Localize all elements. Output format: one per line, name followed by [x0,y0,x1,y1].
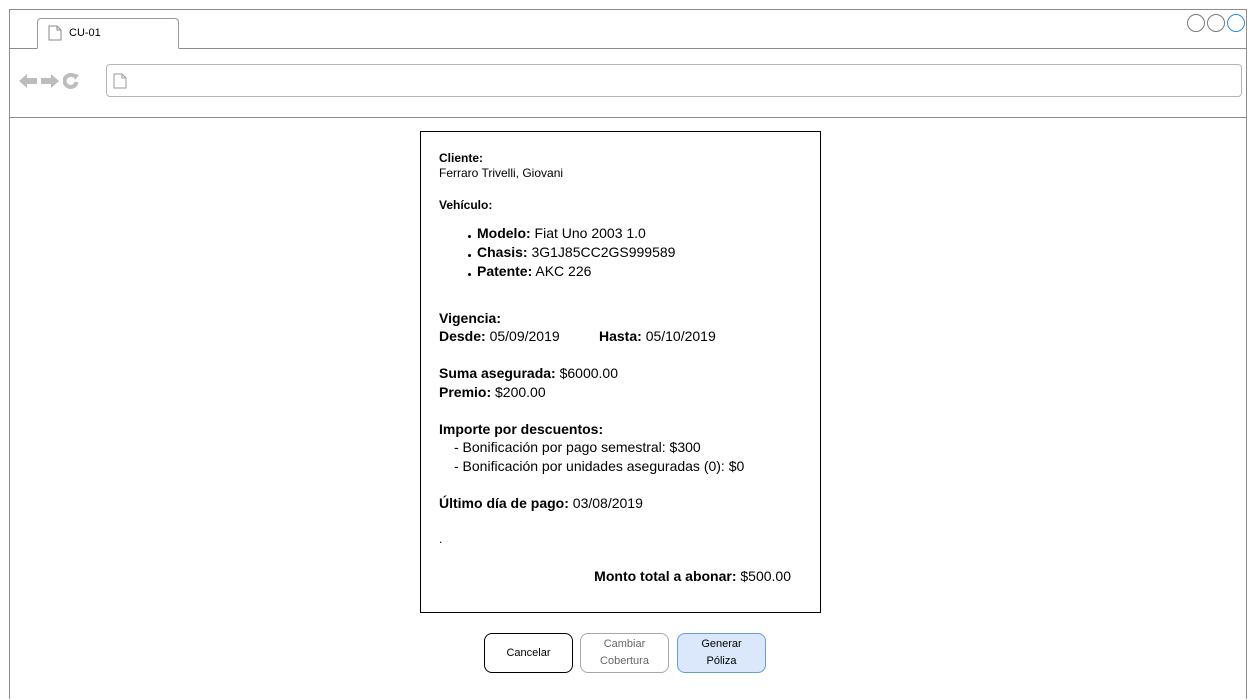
vehicle-patente: Patente: AKC 226 [459,262,675,281]
monto-total: Monto total a abonar: $500.00 [594,568,791,584]
browser-toolbar [10,49,1246,118]
ultimo-dia-pago: Último día de pago: 03/08/2019 [439,495,643,511]
change-coverage-label-line1: Cambiar [603,638,646,650]
tab-title: CU-01 [69,27,101,39]
back-arrow-icon[interactable] [19,74,37,88]
navigation-controls [19,73,79,89]
vehicle-chasis: Chasis: 3G1J85CC2GS999589 [459,243,675,262]
descuento-unidades: - Bonificación por unidades aseguradas (… [454,458,745,474]
generate-policy-label-line2: Póliza [706,655,737,667]
reload-icon[interactable] [63,73,79,89]
browser-tab[interactable]: CU-01 [37,18,179,49]
forward-arrow-icon[interactable] [41,74,59,88]
document-icon [48,25,62,46]
importe-descuentos-heading: Importe por descuentos: [439,421,604,437]
close-button[interactable] [1227,14,1245,32]
vigencia-desde: Desde: 05/09/2019 [439,328,560,344]
generate-policy-label-line1: Generar [701,638,742,650]
tab-bar: CU-01 [10,10,1246,49]
vigencia-hasta: Hasta: 05/10/2019 [599,328,716,344]
policy-summary: Cliente: Ferraro Trivelli, Giovani Vehíc… [420,131,821,613]
minimize-button[interactable] [1187,14,1205,32]
vigencia-heading: Vigencia: [439,310,501,326]
generate-policy-button[interactable]: Generar Póliza [677,633,766,673]
cancel-button-label: Cancelar [506,646,551,659]
cancel-button[interactable]: Cancelar [484,633,573,673]
cliente-name: Ferraro Trivelli, Giovani [439,166,564,180]
vehiculo-heading: Vehículo: [439,198,493,212]
change-coverage-label-line2: Cobertura [600,655,649,667]
vehicle-details-list: Modelo: Fiat Uno 2003 1.0 Chasis: 3G1J85… [459,224,675,281]
suma-asegurada: Suma asegurada: $6000.00 [439,365,619,381]
descuento-semestral: - Bonificación por pago semestral: $300 [454,439,701,455]
page-icon [113,73,127,94]
restore-button[interactable] [1207,14,1225,32]
window-controls [1187,14,1245,32]
dot-marker: . [439,532,443,546]
cliente-heading: Cliente: [439,151,484,165]
premio: Premio: $200.00 [439,384,546,400]
change-coverage-button[interactable]: Cambiar Cobertura [580,633,669,673]
vehicle-modelo: Modelo: Fiat Uno 2003 1.0 [459,224,675,243]
address-bar[interactable] [106,64,1242,97]
